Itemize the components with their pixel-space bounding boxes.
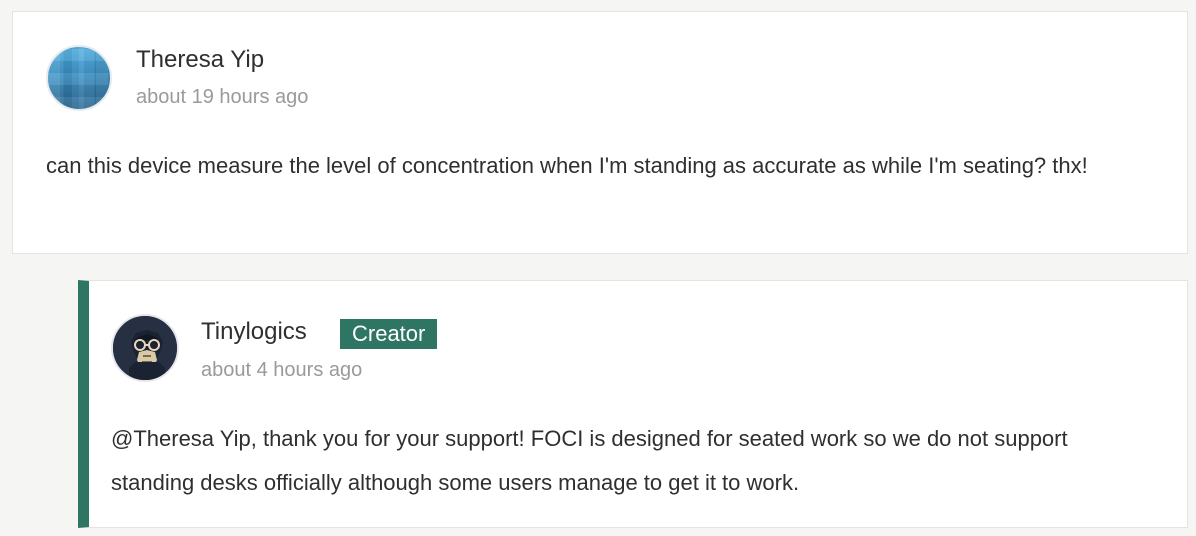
creator-badge: Creator [340,319,438,349]
comment-timestamp[interactable]: about 19 hours ago [136,86,308,109]
reply-card: Tinylogics Creator about 4 hours ago @Th… [78,280,1188,528]
mosaic-avatar-icon[interactable] [46,45,112,111]
comment-text: can this device measure the level of con… [46,153,1088,178]
reply-text: @Theresa Yip, thank you for your support… [111,426,1068,495]
reply-timestamp[interactable]: about 4 hours ago [201,359,362,382]
reply-author-name[interactable]: Tinylogics [201,318,307,346]
comment-card: Theresa Yip about 19 hours ago can this … [12,11,1188,254]
gorilla-avatar-icon[interactable] [111,314,179,382]
comment-author-name[interactable]: Theresa Yip [136,46,264,74]
